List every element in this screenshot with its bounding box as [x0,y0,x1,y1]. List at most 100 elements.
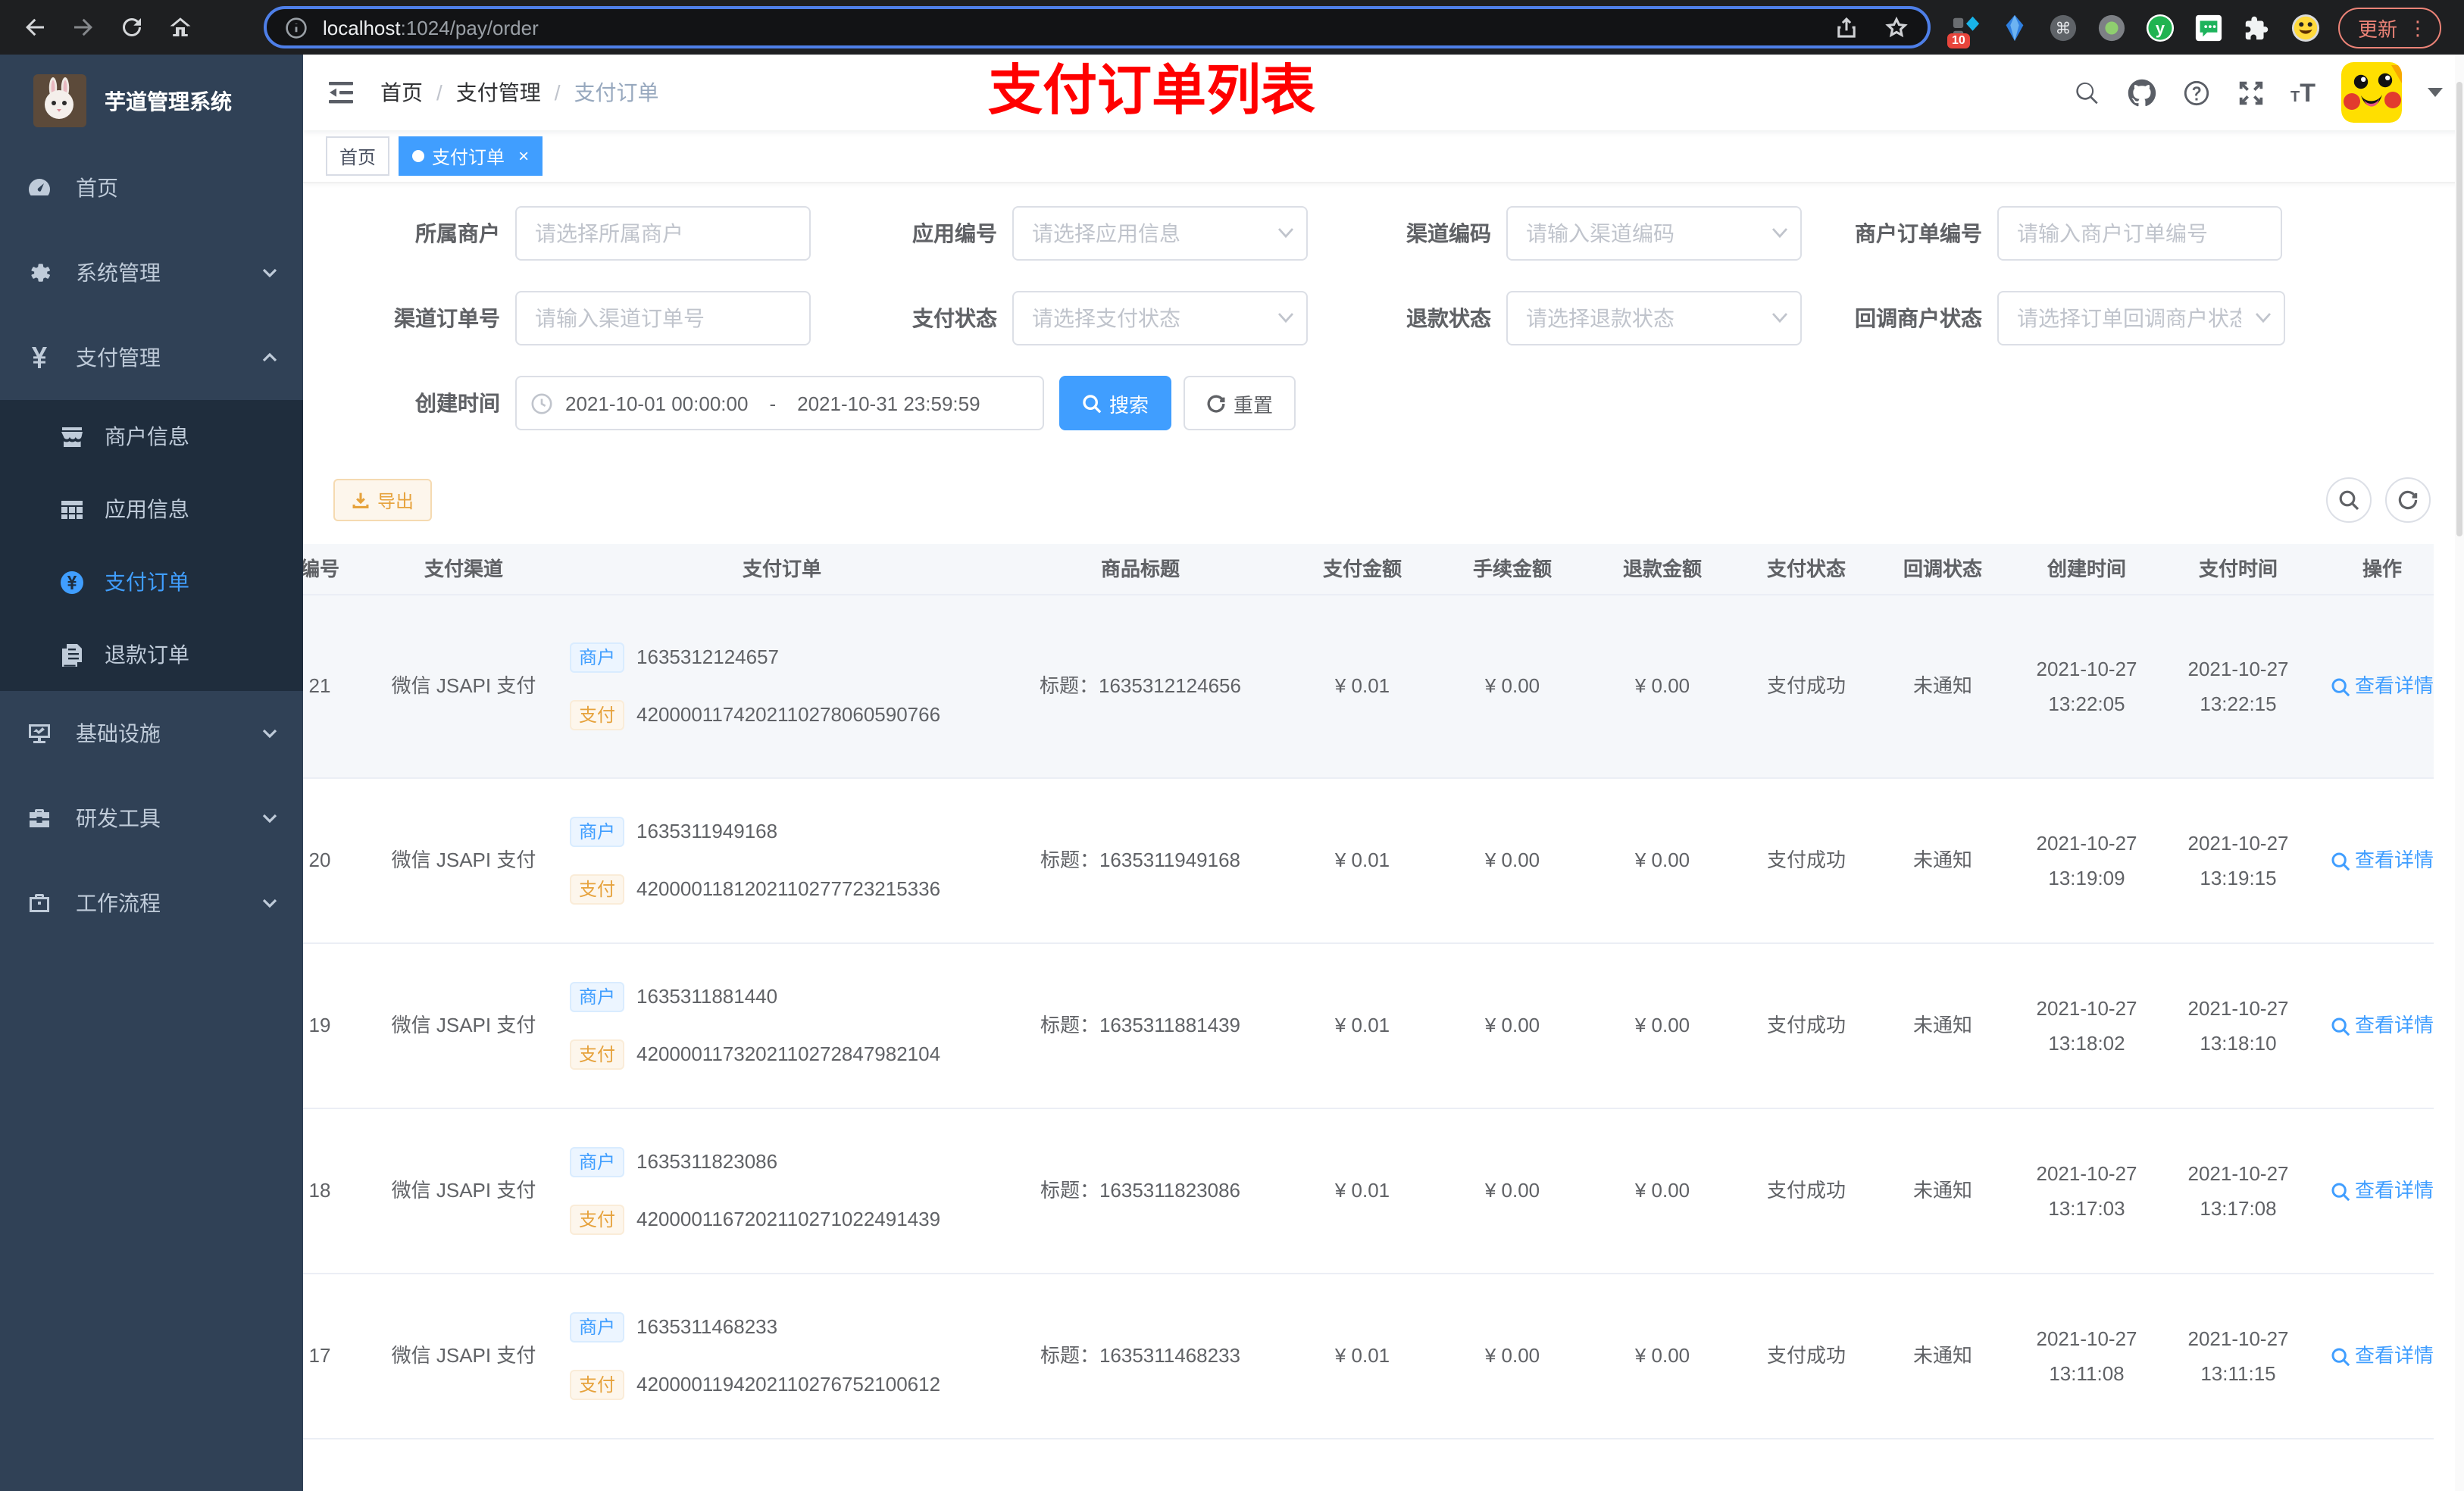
channel-pay-no: 4200001167202110271022491439 [636,1208,941,1230]
filter-label: 渠道编码 [1406,221,1491,245]
page-annotation: 支付订单列表 [988,59,1316,121]
sidebar-item-label: 系统管理 [76,261,161,285]
pay-submenu: 商户信息 应用信息 支付订单 退款订单 [0,400,303,691]
pay-status: 支付成功 [1766,1344,1846,1367]
home-icon[interactable] [167,14,194,41]
close-tab-icon[interactable]: × [518,147,529,165]
pay-order-cell: 商户 1635311881440 支付 42000011732021102728… [555,944,994,1108]
bookmark-star-icon[interactable] [1884,14,1909,40]
sidebar-item-refund-order[interactable]: 退款订单 [0,618,303,691]
channel-code-select[interactable] [1506,206,1802,261]
share-icon[interactable] [1834,14,1859,40]
search-button[interactable]: 搜索 [1059,376,1172,430]
table-body: 21 微信 JSAPI 支付 商户 1635312124657 支付 42000… [303,595,2434,1439]
content-pane: 首页 / 支付管理 / 支付订单 支付订单列表 TT 首页 支付订单 × 所属商… [303,55,2464,1491]
sidebar-item-devtools[interactable]: 研发工具 [0,776,303,861]
forward-icon[interactable] [70,14,97,41]
app-logo-row[interactable]: 芋道管理系统 [0,55,303,145]
fullscreen-icon[interactable] [2236,78,2265,107]
channel-pay-no: 4200001181202110277723215336 [636,877,941,900]
browser-menu-dots-icon[interactable]: ⋮ [2408,17,2428,37]
col-header: 商品标题 [1100,557,1180,580]
export-button[interactable]: 导出 [333,479,433,521]
order-id: 17 [308,1344,331,1367]
extensions-puzzle-icon[interactable] [2243,13,2272,42]
breadcrumb-home[interactable]: 首页 [380,77,423,108]
extension-blocks-icon[interactable]: 10 [1947,13,1981,48]
fee-amount: ¥ 0.00 [1484,674,1540,697]
pay-amount: ¥ 0.01 [1334,849,1390,871]
pay-status: 支付成功 [1766,1014,1846,1036]
refresh-table-button[interactable] [2385,477,2431,523]
breadcrumb-separator: / [554,80,561,105]
sidebar-item-workflow[interactable]: 工作流程 [0,861,303,946]
filter-label: 所属商户 [415,221,500,245]
goods-title: 标题：1635312124656 [1040,674,1241,697]
browser-toolbar: localhost:1024/pay/order 10 ⌘ y 更新 ⋮ [0,0,2464,55]
table-row: 21 微信 JSAPI 支付 商户 1635312124657 支付 42000… [303,595,2434,779]
extension-emoji-icon[interactable] [2291,13,2320,42]
sidebar-item-pay[interactable]: 支付管理 [0,315,303,400]
search-icon [2331,677,2350,696]
github-icon[interactable] [2127,78,2156,107]
refund-amount: ¥ 0.00 [1634,674,1690,697]
view-detail-link[interactable]: 查看详情 [2331,1339,2434,1373]
table-header-row: 编号 支付渠道 支付订单 商品标题 支付金额 手续金额 退款金额 支付状态 回调… [303,544,2434,595]
sidebar-item-label: 首页 [76,176,118,200]
toggle-search-button[interactable] [2326,477,2372,523]
search-icon [1083,394,1102,413]
search-icon[interactable] [2072,78,2101,107]
extension-dot-icon[interactable] [2097,13,2126,42]
reset-button[interactable]: 重置 [1184,376,1296,430]
pay-order-cell: 商户 1635311949168 支付 42000011812021102777… [555,779,994,942]
view-detail-link[interactable]: 查看详情 [2331,1174,2434,1208]
address-bar[interactable]: localhost:1024/pay/order [264,6,1931,48]
tab-pay-order[interactable]: 支付订单 × [399,136,543,176]
channel-order-no-input[interactable] [515,291,811,345]
pay-time-cell: 2021-10-27 13:22:15 [2187,658,2289,715]
merchant-select[interactable] [515,206,811,261]
avatar-caret-icon[interactable] [2428,88,2443,97]
table-row: 19 微信 JSAPI 支付 商户 1635311881440 支付 42000… [303,944,2434,1109]
sidebar-item-home[interactable]: 首页 [0,145,303,230]
app-select[interactable] [1012,206,1308,261]
avatar[interactable] [2341,62,2402,123]
extension-y-icon[interactable]: y [2146,13,2175,42]
tab-home[interactable]: 首页 [326,136,390,176]
notify-status-select[interactable] [1997,291,2285,345]
view-detail-link[interactable]: 查看详情 [2331,1009,2434,1042]
sidebar-toggle-icon[interactable] [326,77,356,108]
sidebar-item-system[interactable]: 系统管理 [0,230,303,315]
fee-amount: ¥ 0.00 [1484,1344,1540,1367]
pay-status-select[interactable] [1012,291,1308,345]
scrollbar-thumb[interactable] [2456,82,2462,536]
sidebar-item-infra[interactable]: 基础设施 [0,691,303,776]
extension-gem-icon[interactable] [2000,13,2029,42]
help-icon[interactable] [2181,78,2210,107]
pay-amount: ¥ 0.01 [1334,1014,1390,1036]
breadcrumb-pay[interactable]: 支付管理 [456,77,541,108]
view-detail-link[interactable]: 查看详情 [2331,670,2434,703]
refund-status-select[interactable] [1506,291,1802,345]
order-id: 20 [308,849,331,871]
yen-icon [27,345,52,370]
sidebar-item-app-info[interactable]: 应用信息 [0,473,303,545]
back-icon[interactable] [21,14,48,41]
sidebar-item-pay-order[interactable]: 支付订单 [0,545,303,618]
search-icon [2339,490,2359,511]
site-info-icon[interactable] [285,16,308,39]
view-detail-link[interactable]: 查看详情 [2331,844,2434,877]
merchant-order-no: 1635311949168 [636,820,778,842]
create-time-range-picker[interactable]: 2021-10-01 00:00:00 - 2021-10-31 23:59:5… [515,376,1044,430]
extension-command-icon[interactable]: ⌘ [2049,13,2078,42]
filter-label: 应用编号 [912,221,997,245]
font-size-icon[interactable]: TT [2290,80,2315,105]
search-icon [2331,1017,2350,1036]
update-button[interactable]: 更新 ⋮ [2338,7,2442,48]
col-header: 支付订单 [742,557,821,580]
sidebar-item-merchant-info[interactable]: 商户信息 [0,400,303,473]
filter-label: 支付状态 [912,306,997,330]
merchant-order-no-input[interactable] [1997,206,2282,261]
reload-icon[interactable] [118,14,145,41]
extension-chat-icon[interactable] [2194,13,2223,42]
